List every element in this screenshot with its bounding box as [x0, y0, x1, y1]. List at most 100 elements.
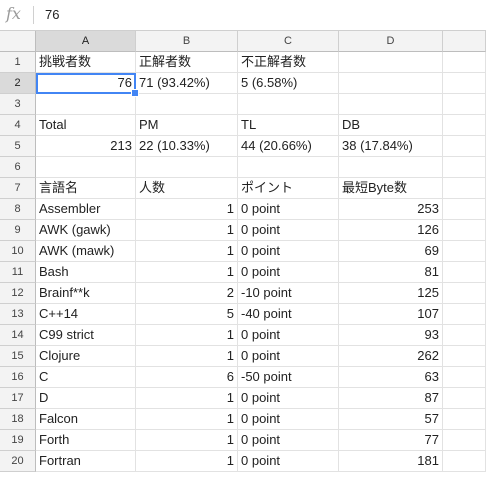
cell-a17[interactable]: D [36, 388, 136, 409]
cell-c2[interactable]: 5 (6.58%) [238, 73, 339, 94]
cell-b10[interactable]: 1 [136, 241, 238, 262]
cell-d6[interactable] [339, 157, 443, 178]
cell-a19[interactable]: Forth [36, 430, 136, 451]
cell-b2[interactable]: 71 (93.42%) [136, 73, 238, 94]
row-header[interactable]: 12 [0, 283, 36, 304]
cell-a9[interactable]: AWK (gawk) [36, 220, 136, 241]
cell-a6[interactable] [36, 157, 136, 178]
cell-c12[interactable]: -10 point [238, 283, 339, 304]
cell-overflow[interactable] [443, 241, 486, 262]
row-header[interactable]: 6 [0, 157, 36, 178]
cell-overflow[interactable] [443, 262, 486, 283]
cell-d5[interactable]: 38 (17.84%) [339, 136, 443, 157]
cell-b15[interactable]: 1 [136, 346, 238, 367]
cell-d14[interactable]: 93 [339, 325, 443, 346]
cell-overflow[interactable] [443, 220, 486, 241]
cell-c9[interactable]: 0 point [238, 220, 339, 241]
formula-input[interactable]: 76 [45, 7, 59, 22]
cell-b18[interactable]: 1 [136, 409, 238, 430]
cell-b4[interactable]: PM [136, 115, 238, 136]
cell-overflow[interactable] [443, 73, 486, 94]
cell-overflow[interactable] [443, 451, 486, 472]
cell-c20[interactable]: 0 point [238, 451, 339, 472]
cell-d12[interactable]: 125 [339, 283, 443, 304]
cell-b5[interactable]: 22 (10.33%) [136, 136, 238, 157]
column-header-b[interactable]: B [136, 31, 238, 52]
cell-c14[interactable]: 0 point [238, 325, 339, 346]
cell-d1[interactable] [339, 52, 443, 73]
cell-overflow[interactable] [443, 283, 486, 304]
cell-b12[interactable]: 2 [136, 283, 238, 304]
cell-b3[interactable] [136, 94, 238, 115]
cell-d4[interactable]: DB [339, 115, 443, 136]
row-header[interactable]: 4 [0, 115, 36, 136]
cell-c18[interactable]: 0 point [238, 409, 339, 430]
cell-overflow[interactable] [443, 136, 486, 157]
cell-d19[interactable]: 77 [339, 430, 443, 451]
cell-c1[interactable]: 不正解者数 [238, 52, 339, 73]
cell-a10[interactable]: AWK (mawk) [36, 241, 136, 262]
cell-b6[interactable] [136, 157, 238, 178]
fill-handle[interactable] [131, 89, 139, 97]
row-header[interactable]: 3 [0, 94, 36, 115]
row-header[interactable]: 17 [0, 388, 36, 409]
column-header-c[interactable]: C [238, 31, 339, 52]
cell-a2[interactable]: 76 [36, 73, 136, 94]
cell-c7[interactable]: ポイント [238, 178, 339, 199]
cell-d13[interactable]: 107 [339, 304, 443, 325]
cell-c8[interactable]: 0 point [238, 199, 339, 220]
cell-overflow[interactable] [443, 304, 486, 325]
cell-d10[interactable]: 69 [339, 241, 443, 262]
select-all-corner[interactable] [0, 31, 36, 52]
column-header-overflow[interactable] [443, 31, 486, 52]
cell-b19[interactable]: 1 [136, 430, 238, 451]
cell-overflow[interactable] [443, 409, 486, 430]
cell-a20[interactable]: Fortran [36, 451, 136, 472]
cell-b1[interactable]: 正解者数 [136, 52, 238, 73]
row-header[interactable]: 13 [0, 304, 36, 325]
cell-d3[interactable] [339, 94, 443, 115]
row-header[interactable]: 1 [0, 52, 36, 73]
cell-b16[interactable]: 6 [136, 367, 238, 388]
cell-c6[interactable] [238, 157, 339, 178]
cell-d17[interactable]: 87 [339, 388, 443, 409]
cell-a18[interactable]: Falcon [36, 409, 136, 430]
row-header[interactable]: 15 [0, 346, 36, 367]
cell-c3[interactable] [238, 94, 339, 115]
cell-c11[interactable]: 0 point [238, 262, 339, 283]
cell-d9[interactable]: 126 [339, 220, 443, 241]
cell-c10[interactable]: 0 point [238, 241, 339, 262]
row-header[interactable]: 18 [0, 409, 36, 430]
cell-overflow[interactable] [443, 199, 486, 220]
cell-b7[interactable]: 人数 [136, 178, 238, 199]
cell-overflow[interactable] [443, 178, 486, 199]
row-header[interactable]: 10 [0, 241, 36, 262]
column-header-d[interactable]: D [339, 31, 443, 52]
column-header-a[interactable]: A [36, 31, 136, 52]
cell-c17[interactable]: 0 point [238, 388, 339, 409]
cell-b14[interactable]: 1 [136, 325, 238, 346]
cell-overflow[interactable] [443, 388, 486, 409]
cell-c19[interactable]: 0 point [238, 430, 339, 451]
cell-overflow[interactable] [443, 115, 486, 136]
cell-a8[interactable]: Assembler [36, 199, 136, 220]
cell-c4[interactable]: TL [238, 115, 339, 136]
cell-overflow[interactable] [443, 52, 486, 73]
cell-c13[interactable]: -40 point [238, 304, 339, 325]
cell-a5[interactable]: 213 [36, 136, 136, 157]
cell-b8[interactable]: 1 [136, 199, 238, 220]
row-header[interactable]: 2 [0, 73, 36, 94]
cell-overflow[interactable] [443, 157, 486, 178]
row-header[interactable]: 9 [0, 220, 36, 241]
cell-c15[interactable]: 0 point [238, 346, 339, 367]
cell-a15[interactable]: Clojure [36, 346, 136, 367]
cell-a1[interactable]: 挑戦者数 [36, 52, 136, 73]
row-header[interactable]: 8 [0, 199, 36, 220]
cell-a3[interactable] [36, 94, 136, 115]
cell-d2[interactable] [339, 73, 443, 94]
cell-a14[interactable]: C99 strict [36, 325, 136, 346]
row-header[interactable]: 7 [0, 178, 36, 199]
row-header[interactable]: 11 [0, 262, 36, 283]
cell-overflow[interactable] [443, 367, 486, 388]
cell-c16[interactable]: -50 point [238, 367, 339, 388]
